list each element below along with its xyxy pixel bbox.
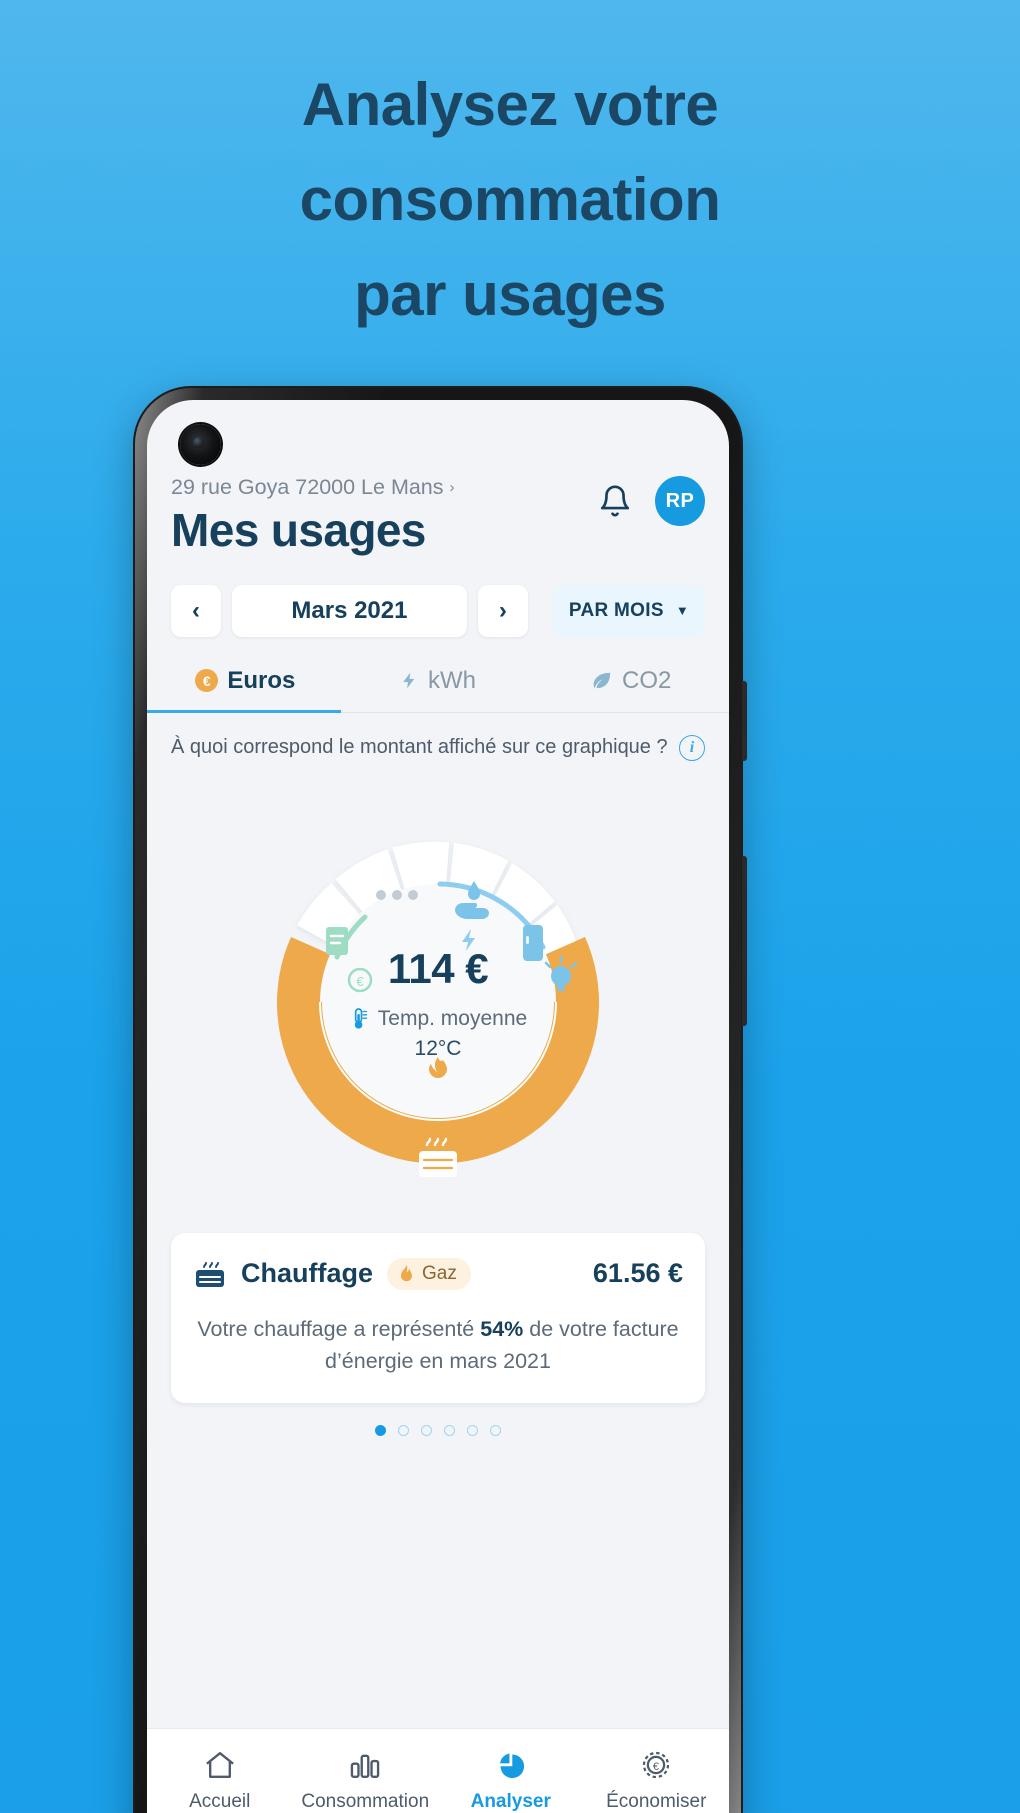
avatar-initials: RP (665, 489, 695, 512)
usage-description: Votre chauffage a représenté 54% de votr… (193, 1313, 683, 1378)
flame-icon (401, 1264, 412, 1282)
headline-line-2: consommation (299, 165, 721, 233)
temperature-label: Temp. moyenne (377, 1006, 528, 1030)
pie-chart-icon (494, 1743, 528, 1781)
bell-icon (600, 485, 630, 517)
usage-detail-card[interactable]: Chauffage Gaz 61.56 € Votre chauffage a … (171, 1232, 705, 1404)
radiator-icon (196, 1261, 224, 1287)
title-row: Mes usages RP (171, 476, 705, 557)
pager-dot[interactable] (467, 1425, 478, 1437)
nav-label-accueil: Accueil (189, 1791, 251, 1812)
coin-euro-icon: € (639, 1743, 673, 1781)
nav-item-analyser[interactable]: Analyser (438, 1743, 584, 1813)
energy-type-label: Gaz (422, 1262, 457, 1284)
tab-euros-label: Euros (227, 666, 296, 694)
tab-co2-label: CO2 (622, 666, 672, 694)
pager-dot[interactable] (398, 1425, 409, 1437)
euro-coin-icon: € (195, 669, 219, 693)
unit-tabs: € Euros kWh CO2 (147, 659, 729, 713)
nav-item-consommation[interactable]: Consommation (293, 1743, 439, 1813)
info-row: À quoi correspond le montant affiché sur… (147, 713, 729, 777)
dots-icon (376, 889, 418, 900)
granularity-label: PAR MOIS (568, 599, 664, 621)
notifications-button[interactable] (595, 481, 635, 521)
pager-dot[interactable] (444, 1425, 455, 1437)
next-month-button[interactable]: › (477, 584, 528, 637)
donut-center-label: 114 € Temp. moyenne 12°C (213, 945, 663, 1061)
nav-label-analyser: Analyser (470, 1791, 551, 1812)
nav-item-economiser[interactable]: € Économiser (584, 1743, 730, 1813)
power-button[interactable] (742, 681, 747, 761)
phone-screen: 29 rue Goya 72000 Le Mans › Mes usages R… (147, 400, 729, 1813)
bottom-navigation: Accueil Consommation Analyser € Économis… (147, 1728, 729, 1813)
nav-label-economiser: Économiser (606, 1791, 707, 1812)
granularity-dropdown[interactable]: PAR MOIS ▼ (552, 584, 705, 637)
usage-name: Chauffage (241, 1258, 374, 1289)
front-camera-icon (180, 424, 221, 465)
headline-line-3: par usages (354, 260, 666, 328)
donut-chart-canvas: € 114 € Temp. moyenne 12°C (213, 777, 663, 1227)
period-selector: ‹ Mars 2021 › PAR MOIS ▼ (147, 557, 729, 637)
tab-euros[interactable]: € Euros (149, 659, 342, 712)
avatar[interactable]: RP (655, 476, 705, 526)
bar-chart-icon (348, 1743, 382, 1781)
bolt-icon (403, 672, 415, 689)
chevron-left-icon: ‹ (192, 596, 200, 624)
info-question: À quoi correspond le montant affiché sur… (171, 736, 668, 759)
temperature-row: Temp. moyenne (213, 1006, 663, 1032)
headline-line-1: Analysez votre (301, 71, 719, 138)
pager-dot[interactable] (421, 1425, 432, 1437)
detail-card-header: Chauffage Gaz 61.56 € (193, 1257, 683, 1291)
total-amount: 114 € (387, 944, 489, 992)
usage-price: 61.56 € (592, 1258, 683, 1289)
leaf-icon (593, 673, 611, 689)
chevron-right-icon: › (449, 479, 455, 496)
volume-button[interactable] (742, 856, 747, 1026)
chevron-right-icon: › (498, 596, 507, 624)
nav-label-consommation: Consommation (301, 1791, 430, 1812)
description-highlight: 54% (480, 1316, 524, 1341)
description-prefix: Votre chauffage a représenté (197, 1316, 481, 1341)
tab-kwh-label: kWh (428, 666, 476, 694)
current-month-label: Mars 2021 (291, 596, 408, 624)
phone-mockup: 29 rue Goya 72000 Le Mans › Mes usages R… (133, 386, 747, 1813)
header-actions: RP (595, 476, 705, 526)
chevron-down-icon: ▼ (675, 603, 689, 619)
usage-donut-chart: € 114 € Temp. moyenne 12°C (147, 777, 729, 1227)
pager-dot[interactable] (490, 1425, 501, 1437)
app-header: 29 rue Goya 72000 Le Mans › Mes usages R… (147, 400, 729, 557)
energy-type-badge: Gaz (387, 1257, 471, 1290)
svg-text:€: € (653, 1761, 660, 1773)
carousel-pager (147, 1425, 729, 1437)
address-label: 29 rue Goya 72000 Le Mans (171, 475, 444, 499)
current-month-button[interactable]: Mars 2021 (232, 584, 467, 637)
tab-kwh[interactable]: kWh (342, 659, 535, 712)
previous-month-button[interactable]: ‹ (171, 584, 221, 637)
nav-item-accueil[interactable]: Accueil (147, 1743, 293, 1813)
info-icon[interactable]: i (679, 734, 705, 761)
tab-co2[interactable]: CO2 (534, 659, 727, 712)
thermometer-icon (354, 1008, 367, 1029)
home-icon (203, 1743, 237, 1781)
temperature-value: 12°C (414, 1036, 462, 1060)
promo-headline: Analysez votre consommation par usages (0, 58, 1020, 342)
pager-dot[interactable] (375, 1425, 386, 1437)
page-title: Mes usages (171, 504, 426, 556)
